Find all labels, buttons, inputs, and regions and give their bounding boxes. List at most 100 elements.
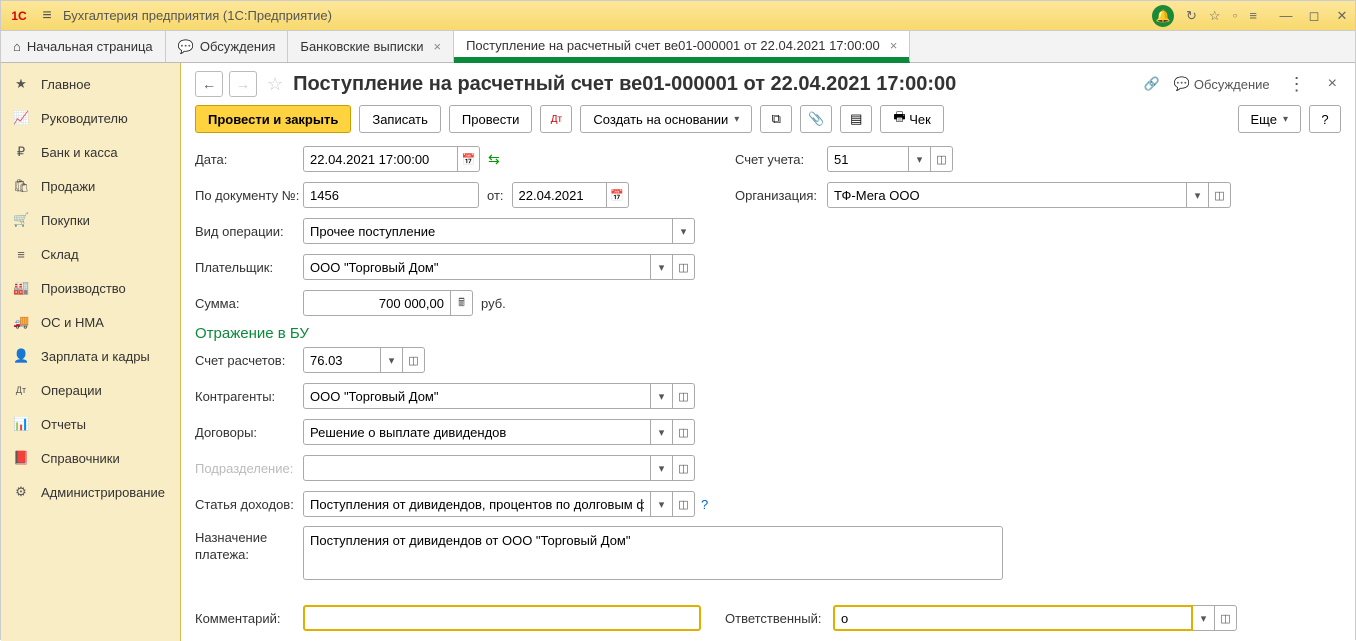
save-button[interactable]: Записать [359,105,441,133]
settle-account-input[interactable] [303,347,381,373]
sidebar-item-admin[interactable]: ⚙Администрирование [1,475,180,509]
favorite-star-icon[interactable]: ☆ [1209,8,1221,24]
more-menu-icon[interactable]: ⋮ [1284,74,1310,95]
sidebar-item-assets[interactable]: 🚚ОС и НМА [1,305,180,339]
account-input[interactable] [827,146,909,172]
discussion-button[interactable]: 💬Обсуждение [1174,76,1270,92]
sidebar-item-reports[interactable]: 📊Отчеты [1,407,180,441]
dropdown-icon[interactable]: ▾ [651,383,673,409]
sidebar-item-label: Руководителю [41,111,128,126]
titlebar-right-controls: 🔔 ↻ ☆ ○ ≡ — ◻ ✕ [1152,5,1349,27]
from-date-input[interactable] [512,182,607,208]
filter-icon[interactable]: ≡ [1249,8,1257,23]
dropdown-icon[interactable]: ▾ [651,254,673,280]
dropdown-icon[interactable]: ▾ [651,455,673,481]
dropdown-icon[interactable]: ▾ [651,491,673,517]
tab-home[interactable]: ⌂ Начальная страница [1,31,166,62]
open-icon[interactable]: ◫ [673,254,695,280]
open-icon[interactable]: ◫ [1209,182,1231,208]
tab-active-label: Поступление на расчетный счет ве01-00000… [466,38,880,53]
sidebar-item-catalogs[interactable]: 📕Справочники [1,441,180,475]
check-button[interactable]: 🖶 Чек [880,105,944,133]
open-icon[interactable]: ◫ [673,383,695,409]
dropdown-icon[interactable]: ▾ [651,419,673,445]
favorite-toggle-icon[interactable]: ☆ [267,74,283,95]
open-icon[interactable]: ◫ [931,146,953,172]
circle-icon[interactable]: ○ [1233,11,1238,20]
home-icon: ⌂ [13,39,21,54]
more-menu-button[interactable]: Еще▾ [1238,105,1301,133]
sync-icon[interactable]: ⇆ [488,151,500,168]
create-based-on-button[interactable]: Создать на основании▾ [580,105,752,133]
nav-sidebar: ★ Главное 📈Руководителю ₽Банк и касса 🛍Пр… [1,63,181,641]
open-icon[interactable]: ◫ [1215,605,1237,631]
tab-close-icon[interactable]: × [433,39,441,54]
sidebar-item-label: Банк и касса [41,145,118,160]
dropdown-icon[interactable]: ▾ [1193,605,1215,631]
nav-back-button[interactable]: ← [195,71,223,97]
contragent-label: Контрагенты: [195,389,303,404]
window-minimize-icon[interactable]: — [1279,8,1293,24]
tab-discussions[interactable]: 💬 Обсуждения [166,31,289,62]
op-type-input[interactable] [303,218,673,244]
sum-input[interactable] [303,290,451,316]
sidebar-item-manager[interactable]: 📈Руководителю [1,101,180,135]
org-input[interactable] [827,182,1187,208]
attach-button[interactable]: 📎 [800,105,832,133]
from-label: от: [487,188,504,203]
date-input[interactable] [303,146,458,172]
dropdown-icon[interactable]: ▾ [673,218,695,244]
calculator-icon[interactable]: 🖩 [451,290,473,316]
responsible-input[interactable] [833,605,1193,631]
tab-close-icon[interactable]: × [890,38,898,53]
star-icon: ★ [13,76,29,92]
sidebar-item-bank[interactable]: ₽Банк и касса [1,135,180,169]
hamburger-menu-icon[interactable]: ≡ [37,7,57,25]
link-icon[interactable]: 🔗 [1144,76,1160,92]
printer-icon: 🖶 [893,108,905,130]
payer-input[interactable] [303,254,651,280]
open-icon[interactable]: ◫ [673,419,695,445]
sidebar-item-purchases[interactable]: 🛒Покупки [1,203,180,237]
sidebar-item-label: Главное [41,77,91,92]
calendar-icon[interactable]: 📅 [458,146,480,172]
help-icon[interactable]: ? [701,497,708,512]
purpose-textarea[interactable] [303,526,1003,580]
truck-icon: 🚚 [13,314,29,330]
comment-input[interactable] [303,605,701,631]
help-button[interactable]: ? [1309,105,1341,133]
sidebar-item-hr[interactable]: 👤Зарплата и кадры [1,339,180,373]
dropdown-icon[interactable]: ▾ [909,146,931,172]
window-maximize-icon[interactable]: ◻ [1307,8,1321,24]
post-and-close-button[interactable]: Провести и закрыть [195,105,351,133]
sidebar-item-label: Покупки [41,213,90,228]
close-document-icon[interactable]: × [1324,75,1341,93]
contract-input[interactable] [303,419,651,445]
income-item-input[interactable] [303,491,651,517]
dropdown-icon[interactable]: ▾ [381,347,403,373]
tab-bank-statements[interactable]: Банковские выписки × [288,31,454,62]
dropdown-icon[interactable]: ▾ [1187,182,1209,208]
dtkt-button[interactable]: Дт [540,105,572,133]
sidebar-item-sales[interactable]: 🛍Продажи [1,169,180,203]
open-icon[interactable]: ◫ [673,491,695,517]
division-input[interactable] [303,455,651,481]
doc-no-input[interactable] [303,182,479,208]
window-close-icon[interactable]: ✕ [1335,8,1349,24]
sidebar-item-warehouse[interactable]: ≡Склад [1,237,180,271]
nav-forward-button[interactable]: → [229,71,257,97]
history-icon[interactable]: ↻ [1186,8,1197,24]
open-icon[interactable]: ◫ [673,455,695,481]
sidebar-item-main[interactable]: ★ Главное [1,67,180,101]
post-button[interactable]: Провести [449,105,533,133]
sidebar-item-production[interactable]: 🏭Производство [1,271,180,305]
notifications-icon[interactable]: 🔔 [1152,5,1174,27]
structure-button[interactable]: ⧉ [760,105,792,133]
calendar-icon[interactable]: 📅 [607,182,629,208]
open-icon[interactable]: ◫ [403,347,425,373]
list-button[interactable]: ▤ [840,105,872,133]
contragent-input[interactable] [303,383,651,409]
sidebar-item-operations[interactable]: ДтОперации [1,373,180,407]
sidebar-item-label: Операции [41,383,102,398]
tab-active-document[interactable]: Поступление на расчетный счет ве01-00000… [454,31,910,63]
